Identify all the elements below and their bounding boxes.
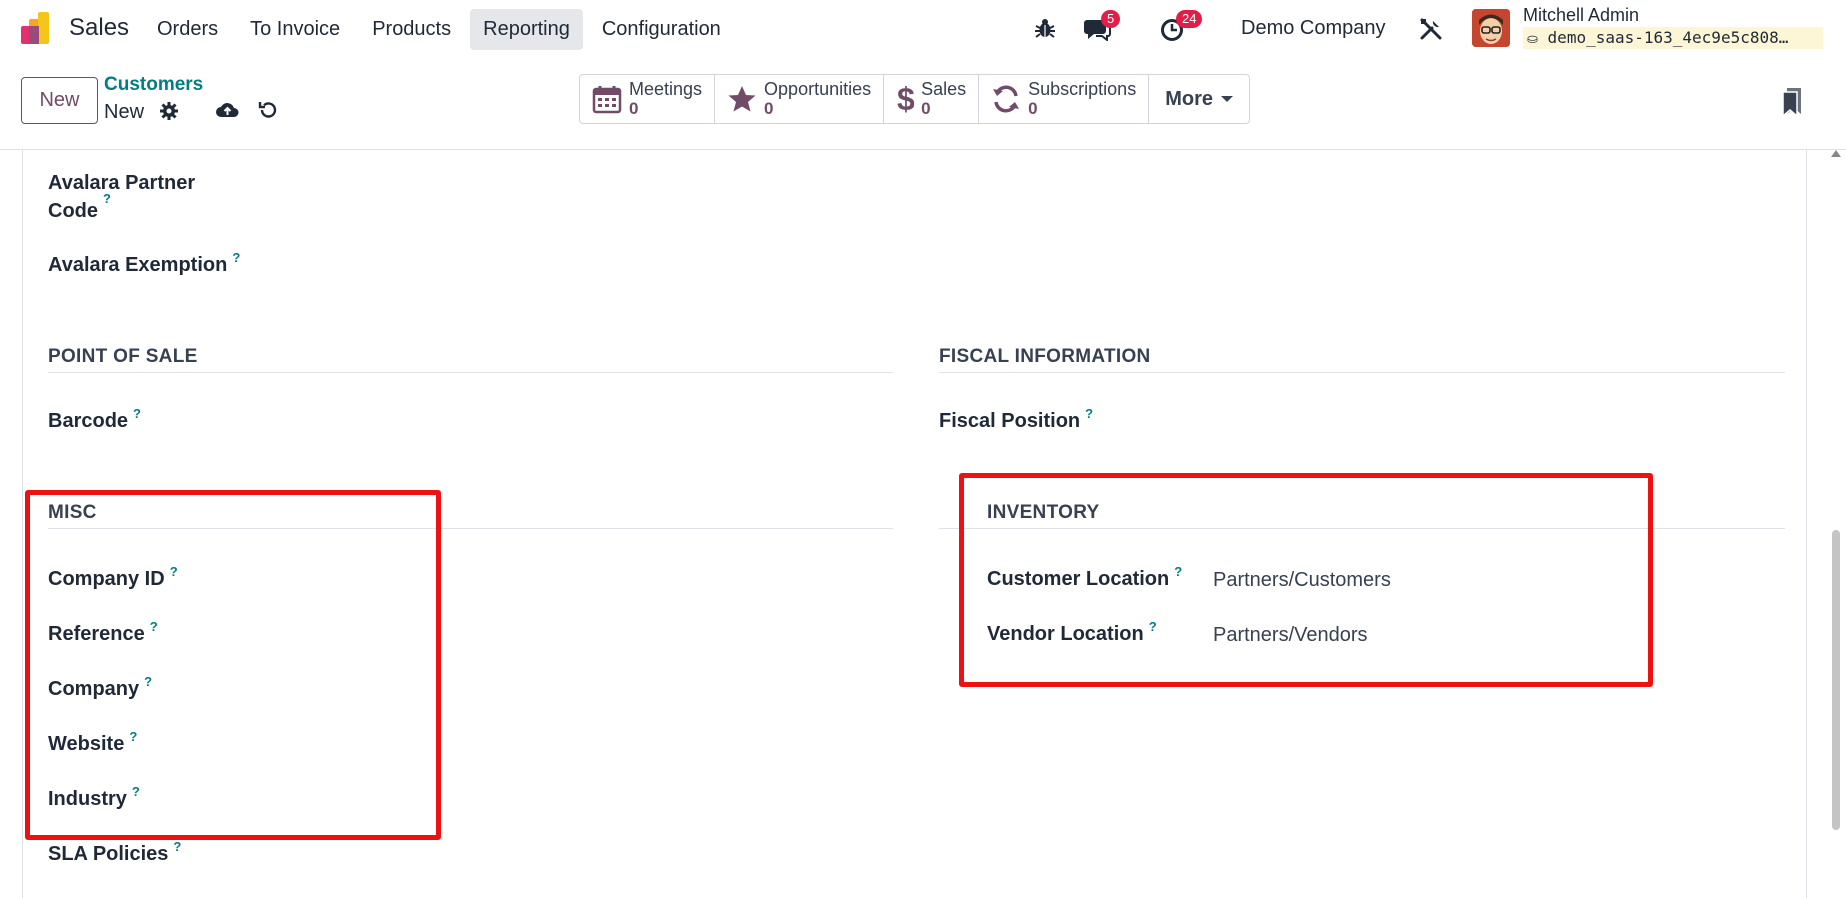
new-button[interactable]: New (21, 77, 98, 124)
section-title-point-of-sale: POINT OF SALE (48, 346, 198, 367)
company-switcher[interactable]: Demo Company (1241, 17, 1386, 40)
sales-app-icon[interactable] (21, 12, 55, 44)
subscriptions-count: 0 (1028, 99, 1038, 118)
app-name[interactable]: Sales (69, 14, 129, 42)
more-button[interactable]: More (1149, 75, 1249, 123)
tools-icon[interactable] (1419, 17, 1443, 41)
highlight-box-misc (25, 490, 441, 840)
tooltip-marker[interactable]: ? (1085, 406, 1093, 421)
subscriptions-button[interactable]: Subscriptions 0 (979, 75, 1150, 123)
dollar-icon: $ (897, 82, 914, 116)
section-divider (939, 372, 1785, 373)
user-avatar[interactable] (1472, 9, 1510, 47)
bug-icon[interactable] (1034, 17, 1056, 39)
main-menu: Orders To Invoice Products Reporting Con… (144, 9, 734, 50)
section-divider (48, 372, 893, 373)
cloud-upload-icon[interactable] (215, 99, 240, 119)
activities-badge: 24 (1176, 10, 1203, 28)
tooltip-marker[interactable]: ? (103, 191, 111, 206)
field-label-avalara-exemption: Avalara Exemption? (48, 250, 241, 276)
svg-text:$: $ (897, 82, 914, 116)
star-icon (728, 86, 756, 112)
menu-reporting[interactable]: Reporting (470, 9, 583, 50)
section-title-fiscal-information: FISCAL INFORMATION (939, 346, 1151, 367)
field-label-barcode: Barcode? (48, 406, 141, 432)
meetings-label: Meetings (629, 79, 703, 99)
top-navbar: Sales Orders To Invoice Products Reporti… (0, 0, 1846, 58)
caret-down-icon (1221, 96, 1233, 102)
bookmark-icon[interactable] (1781, 86, 1803, 116)
field-label-fiscal-position: Fiscal Position? (939, 406, 1094, 432)
breadcrumb-customers[interactable]: Customers (104, 74, 203, 96)
control-panel: New Customers New Meetings 0 Opportuniti… (0, 58, 1846, 150)
sales-count: 0 (921, 99, 931, 118)
sales-button[interactable]: $ Sales 0 (884, 75, 980, 123)
messages-badge: 5 (1101, 10, 1121, 28)
calendar-icon (592, 86, 622, 114)
meetings-count: 0 (629, 99, 639, 118)
field-label-avalara-partner-code: Avalara Partner Code? (48, 172, 196, 222)
opportunities-count: 0 (764, 99, 774, 118)
user-name[interactable]: Mitchell Admin (1523, 5, 1639, 26)
scroll-up-arrow[interactable] (1831, 150, 1841, 157)
database-icon: ⛀ (1527, 32, 1538, 47)
subscriptions-label: Subscriptions (1028, 79, 1137, 99)
opportunities-button[interactable]: Opportunities 0 (715, 75, 885, 123)
sales-label: Sales (921, 79, 967, 99)
highlight-box-inventory (959, 473, 1653, 687)
discard-icon[interactable] (258, 100, 278, 120)
field-label-sla-policies: SLA Policies? (48, 839, 182, 865)
smart-buttons: Meetings 0 Opportunities 0 $ Sales 0 Sub… (579, 74, 1250, 124)
tooltip-marker[interactable]: ? (133, 406, 141, 421)
gear-icon[interactable] (159, 101, 179, 121)
scrollbar-thumb[interactable] (1832, 530, 1840, 830)
menu-configuration[interactable]: Configuration (589, 9, 734, 50)
menu-products[interactable]: Products (359, 9, 464, 50)
more-label: More (1165, 87, 1213, 110)
opportunities-label: Opportunities (764, 79, 872, 99)
tooltip-marker[interactable]: ? (173, 839, 181, 854)
menu-to-invoice[interactable]: To Invoice (237, 9, 353, 50)
database-name: ⛀ demo_saas-163_4ec9e5c808… (1523, 27, 1823, 49)
breadcrumb-current: New (104, 101, 145, 123)
form-sheet: Avalara Partner Code? Avalara Exemption?… (22, 150, 1807, 898)
tooltip-marker[interactable]: ? (232, 250, 240, 265)
meetings-button[interactable]: Meetings 0 (580, 75, 716, 123)
menu-orders[interactable]: Orders (144, 9, 231, 50)
refresh-icon (993, 85, 1020, 113)
